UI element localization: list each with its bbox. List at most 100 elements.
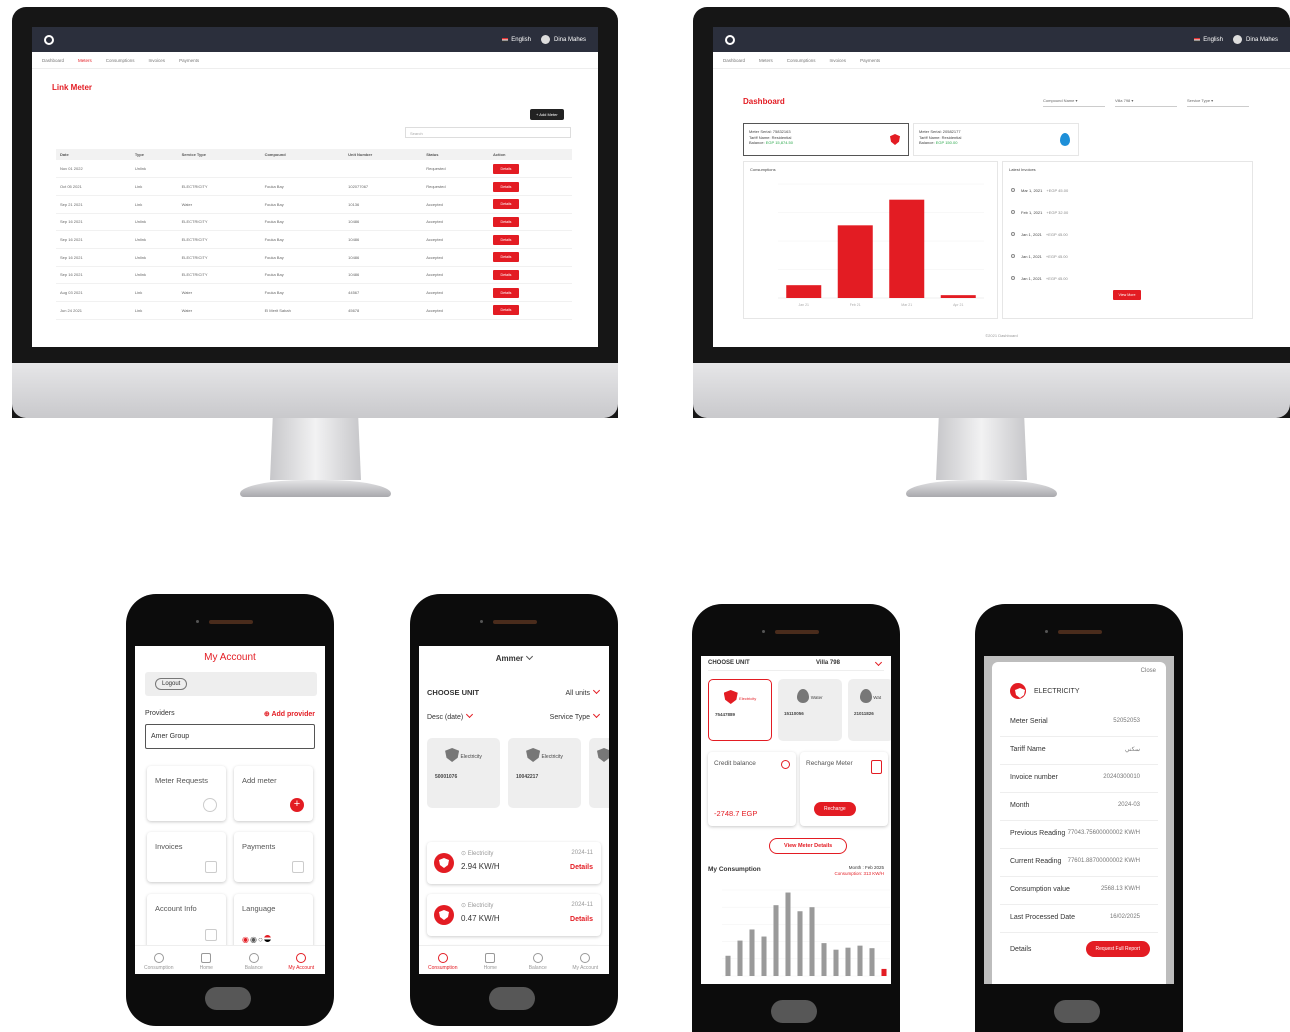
meter-tile-water[interactable]: Water 15110056: [778, 679, 842, 741]
nav-consumptions[interactable]: Consumptions: [787, 58, 816, 63]
compound-select[interactable]: Compound Name ▾: [1043, 95, 1105, 107]
nav-meters[interactable]: Meters: [759, 58, 773, 63]
nav-my-account[interactable]: My Account: [278, 953, 324, 971]
reading-card[interactable]: ⊙ Electricity 2.94 KW/H 2024-11 Details: [427, 842, 601, 884]
add-meter-tile[interactable]: Add meter +: [234, 766, 313, 821]
nav-dashboard[interactable]: Dashboard: [723, 58, 745, 63]
language-selector[interactable]: English: [511, 37, 531, 43]
view-more-button[interactable]: View More: [1113, 290, 1141, 300]
details-button[interactable]: Details: [492, 269, 519, 280]
cell-action: Details: [488, 177, 572, 196]
details-button[interactable]: Details: [492, 252, 519, 263]
detail-value: 52052053: [1113, 718, 1140, 724]
nav-consumptions[interactable]: Consumptions: [106, 58, 135, 63]
add-provider-link[interactable]: ⊕ Add provider: [264, 710, 315, 718]
invoice-row[interactable]: Mar 1, 2021 +EGP 45.00: [1011, 188, 1211, 194]
meter-requests-tile[interactable]: Meter Requests: [147, 766, 226, 821]
nav-balance[interactable]: Balance: [515, 953, 561, 971]
sort-select[interactable]: Desc (date): [427, 710, 474, 721]
phone-consumption-list: Ammer CHOOSE UNIT All units Desc (date) …: [410, 594, 618, 1026]
cell-service: ELECTRICITY: [177, 248, 261, 267]
detail-value: 20240300010: [1103, 774, 1140, 780]
meter-card[interactable]: Meter Serial: 20582177 Tariff Name: Resi…: [913, 123, 1079, 156]
unit-select[interactable]: Villa 798 ▾: [1115, 95, 1177, 107]
provider-header[interactable]: Ammer: [419, 652, 609, 663]
service-type-select[interactable]: Service Type ▾: [1187, 95, 1249, 107]
divider: [1000, 820, 1158, 821]
details-button[interactable]: Details: [492, 234, 519, 245]
meter-tile-electricity[interactable]: Electricity 75447889: [708, 679, 772, 741]
view-meter-details-button[interactable]: View Meter Details: [769, 838, 848, 854]
all-units-select[interactable]: All units: [565, 686, 601, 697]
meter-tile-water[interactable]: Wat 21011826: [848, 679, 891, 741]
provider-select[interactable]: Amer Group: [145, 724, 315, 749]
account-info-tile[interactable]: Account Info: [147, 894, 226, 950]
top-bar: English Dina Mahes: [32, 27, 598, 52]
invoices-tile[interactable]: Invoices: [147, 832, 226, 882]
language-flags-icon[interactable]: ◉◉○: [242, 935, 271, 944]
invoice-row[interactable]: Feb 1, 2021 +EGP 32.00: [1011, 210, 1211, 216]
providers-label: Providers: [145, 710, 175, 717]
close-button[interactable]: Close: [1141, 668, 1156, 674]
service-type-select[interactable]: Service Type: [550, 710, 601, 721]
details-button[interactable]: Details: [492, 287, 519, 298]
meter-tile[interactable]: Electricity 10042217: [508, 738, 581, 808]
nav-consumption[interactable]: Consumption: [420, 953, 466, 971]
invoice-row[interactable]: Jan 1, 2021 +EGP 45.00: [1011, 254, 1211, 260]
bar: [837, 225, 873, 298]
table-row: Sep 21 2021 Link Water Fouka Bay 10136 Accept…: [56, 195, 572, 214]
avatar[interactable]: [540, 35, 550, 44]
monitor-stand: [240, 418, 391, 497]
meter-info: Meter Serial: 75832163 Tariff Name: Resi…: [749, 129, 793, 145]
details-button[interactable]: Details: [492, 181, 519, 192]
detail-value: 2568.13 KW/H: [1100, 886, 1140, 892]
language-selector[interactable]: English: [1203, 37, 1223, 43]
details-link[interactable]: Details: [570, 916, 593, 923]
avatar[interactable]: [1232, 35, 1242, 44]
invoice-row[interactable]: Jan 1, 2021 +EGP 45.00: [1011, 276, 1211, 282]
reading-card[interactable]: ⊙ Electricity 0.47 KW/H 2024-11 Details: [427, 894, 601, 936]
unit-dropdown-chevron-icon[interactable]: [874, 658, 883, 667]
payment-icon: [292, 861, 304, 873]
logout-button[interactable]: Logout: [155, 678, 188, 690]
column-header: Compound: [260, 149, 345, 160]
nav-home[interactable]: Home: [183, 953, 229, 971]
nav-payments[interactable]: Payments: [860, 58, 880, 63]
cell-service: ELECTRICITY: [177, 230, 261, 249]
meter-tile[interactable]: [589, 738, 609, 808]
phone-unit-home: CHOOSE UNIT Villa 798 Electricity 754478…: [692, 604, 900, 1032]
add-meter-button[interactable]: + Add Meter: [530, 109, 564, 120]
nav-dashboard[interactable]: Dashboard: [42, 58, 64, 63]
user-menu[interactable]: Dina Mahes: [554, 37, 586, 43]
nav-payments[interactable]: Payments: [179, 58, 199, 63]
unit-home-screen: CHOOSE UNIT Villa 798 Electricity 754478…: [701, 656, 891, 984]
invoice-row[interactable]: Jan 1, 2021 +EGP 45.00: [1011, 232, 1211, 238]
payments-tile[interactable]: Payments: [234, 832, 313, 882]
invoice-detail-row: Current Reading 77601.88700000002 KW/H: [1010, 858, 1140, 865]
recharge-button[interactable]: Recharge: [814, 802, 856, 816]
user-menu[interactable]: Dina Mahes: [1246, 37, 1278, 43]
details-button[interactable]: Details: [492, 305, 519, 316]
detail-value: سكني: [1124, 747, 1140, 753]
nav-meters[interactable]: Meters: [78, 58, 92, 63]
language-tile[interactable]: Language ◉◉○: [234, 894, 313, 950]
choose-unit-label: CHOOSE UNIT: [427, 688, 480, 697]
nav-invoices[interactable]: Invoices: [149, 58, 166, 63]
meter-card[interactable]: Meter Serial: 75832163 Tariff Name: Resi…: [743, 123, 909, 156]
nav-home[interactable]: Home: [467, 953, 513, 971]
column-header: Action: [488, 149, 572, 160]
cell-date: Nov 01 2022: [56, 160, 131, 179]
details-button[interactable]: Details: [492, 199, 519, 210]
nav-invoices[interactable]: Invoices: [830, 58, 847, 63]
nav-consumption[interactable]: Consumption: [136, 953, 182, 971]
meter-tile[interactable]: Electricity 50001076: [427, 738, 500, 808]
details-link[interactable]: Details: [570, 864, 593, 871]
nav-balance[interactable]: Balance: [231, 953, 277, 971]
nav-my-account[interactable]: My Account: [562, 953, 608, 971]
invoice-detail-row: Previous Reading 77043.75600000002 KW/H: [1010, 830, 1140, 837]
clock-icon: [1011, 210, 1015, 214]
request-full-report-button[interactable]: Request Full Report: [1085, 941, 1150, 957]
details-button[interactable]: Details: [492, 216, 519, 227]
search-input[interactable]: Search: [405, 127, 571, 138]
details-button[interactable]: Details: [492, 163, 519, 174]
